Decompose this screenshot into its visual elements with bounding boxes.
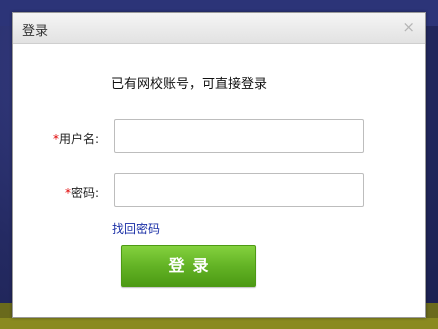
- background-band: [0, 318, 438, 329]
- login-notice: 已有网校账号，可直接登录: [111, 77, 268, 92]
- password-input[interactable]: [114, 173, 364, 207]
- forgot-password-link[interactable]: 找回密码: [112, 220, 160, 237]
- username-input[interactable]: [114, 119, 364, 153]
- dialog-title: 登录: [22, 24, 49, 39]
- login-button[interactable]: 登录: [121, 245, 256, 287]
- username-label: *用户名:: [19, 130, 99, 147]
- dialog-header: 登录 ×: [13, 13, 425, 44]
- username-label-text: 用户名:: [58, 132, 99, 146]
- password-label-text: 密码:: [70, 186, 99, 200]
- login-dialog: 登录 × 已有网校账号，可直接登录 *用户名: *密码: 找回密码 登录: [12, 12, 426, 318]
- password-label: *密码:: [19, 184, 99, 201]
- close-icon[interactable]: ×: [402, 18, 415, 36]
